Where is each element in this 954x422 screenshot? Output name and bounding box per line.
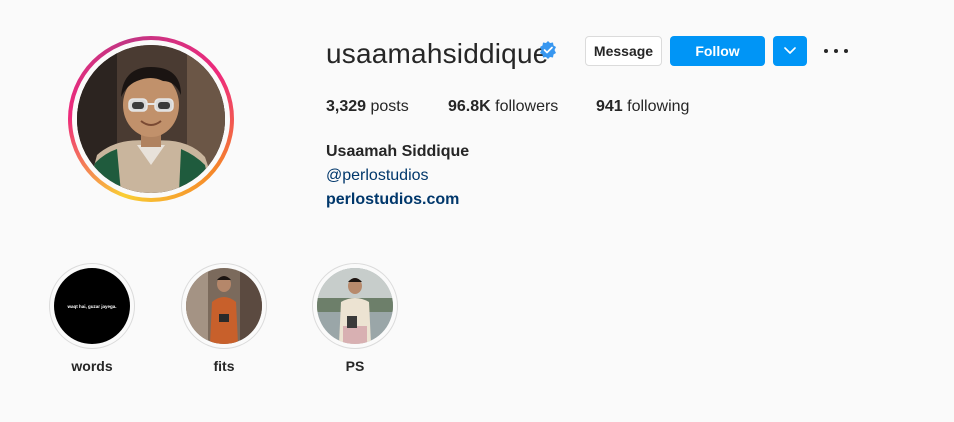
more-dot-icon xyxy=(834,49,838,53)
highlight-label: words xyxy=(71,358,113,374)
highlight-cover xyxy=(186,268,262,344)
highlight-cover-image xyxy=(317,268,393,344)
highlight-item[interactable]: fits xyxy=(181,263,267,374)
followers-stat[interactable]: 96.8K followers xyxy=(448,98,558,116)
highlight-cover xyxy=(317,268,393,344)
website-link[interactable]: perlostudios.com xyxy=(326,191,459,209)
more-options-button[interactable] xyxy=(824,42,848,60)
following-count: 941 xyxy=(596,98,623,115)
followers-label: followers xyxy=(495,98,559,115)
more-dot-icon xyxy=(844,49,848,53)
avatar-ring-gap xyxy=(72,40,230,198)
profile-full-name: Usaamah Siddique xyxy=(326,143,470,160)
posts-count: 3,329 xyxy=(326,98,367,115)
posts-stat: 3,329 posts xyxy=(326,98,409,116)
highlight-item[interactable]: PS xyxy=(312,263,398,374)
chevron-down-icon xyxy=(784,47,796,54)
follow-button[interactable]: Follow xyxy=(670,36,765,66)
verified-badge-icon xyxy=(540,41,556,59)
message-button[interactable]: Message xyxy=(585,36,662,66)
following-stat[interactable]: 941 following xyxy=(596,98,689,116)
profile-username: usaamahsiddique xyxy=(326,38,549,69)
highlight-ring xyxy=(181,263,267,349)
bio-handle-link[interactable]: @perlostudios xyxy=(326,167,429,185)
highlight-ring: waqt hai, guzar jayega. xyxy=(49,263,135,349)
highlight-cover-image xyxy=(186,268,262,344)
highlight-item[interactable]: waqt hai, guzar jayega. words xyxy=(49,263,135,374)
posts-label: posts xyxy=(370,98,409,115)
avatar-photo xyxy=(77,45,225,193)
highlight-label: PS xyxy=(345,358,365,374)
followers-count: 96.8K xyxy=(448,98,491,115)
more-dot-icon xyxy=(824,49,828,53)
highlight-cover: waqt hai, guzar jayega. xyxy=(54,268,130,344)
profile-avatar[interactable] xyxy=(68,36,234,202)
highlight-label: fits xyxy=(213,358,235,374)
avatar-illustration xyxy=(77,45,225,193)
following-label: following xyxy=(627,98,690,115)
highlight-cover-text: waqt hai, guzar jayega. xyxy=(67,303,117,309)
highlight-ring xyxy=(312,263,398,349)
suggestions-dropdown-button[interactable] xyxy=(773,36,807,66)
